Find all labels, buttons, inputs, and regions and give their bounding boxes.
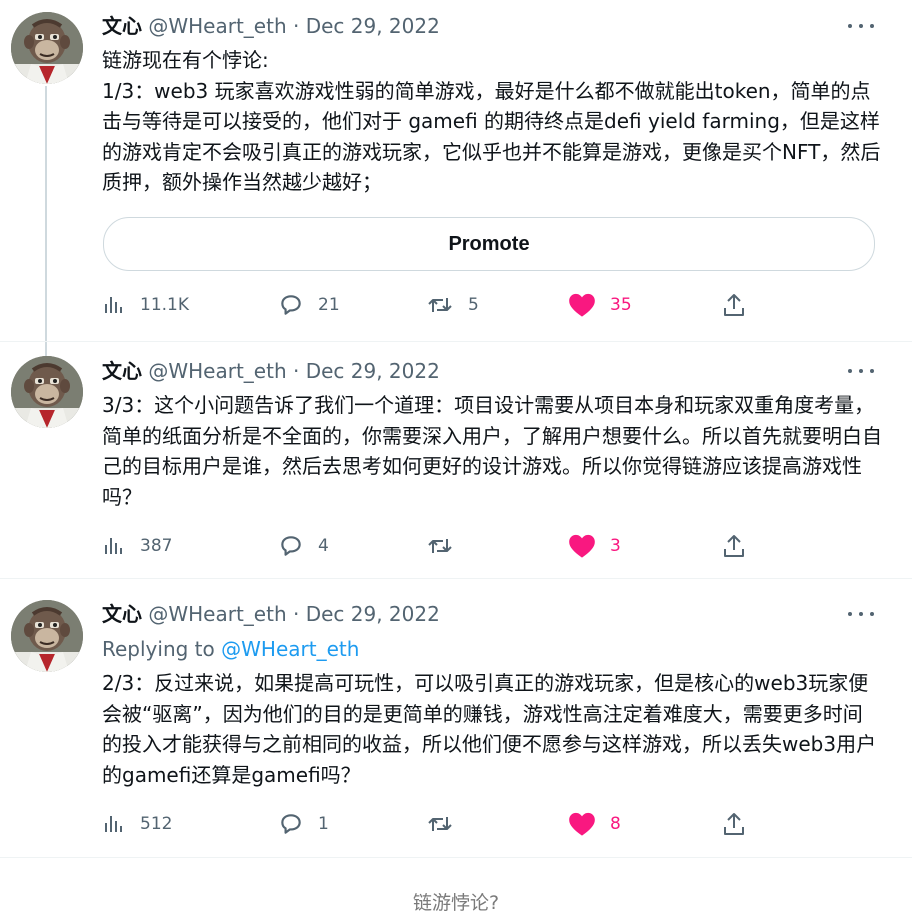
tweet-text: 链游现在有个悖论: 1/3：web3 玩家喜欢游戏性弱的简单游戏，最好是什么都不… <box>102 48 881 194</box>
heart-icon <box>569 293 595 317</box>
tweet-header: 文心 @WHeart_eth · Dec 29, 2022 <box>102 12 440 40</box>
speech-bubble-icon <box>281 295 301 315</box>
tweet-date[interactable]: Dec 29, 2022 <box>306 602 440 626</box>
separator-dot: · <box>292 14 300 38</box>
retweet-action[interactable] <box>426 809 454 839</box>
tweet-text: 3/3：这个小问题告诉了我们一个道理：项目设计需要从项目本身和玩家双重角度考量，… <box>102 393 882 509</box>
tweet-actions: 11.1K 21 5 35 <box>102 290 802 320</box>
separator-dot: · <box>292 602 300 626</box>
tweet-header: 文心 @WHeart_eth · Dec 29, 2022 <box>102 357 440 385</box>
reply-count: 1 <box>318 814 329 834</box>
retweet-count: 5 <box>468 295 479 315</box>
author-handle[interactable]: @WHeart_eth <box>148 602 286 626</box>
speech-bubble-icon <box>281 814 301 834</box>
share-upload-icon <box>724 535 744 557</box>
views-count: 387 <box>140 536 173 556</box>
reply-action[interactable]: 21 <box>278 290 340 320</box>
share-action[interactable] <box>722 290 746 320</box>
views-action[interactable]: 11.1K <box>102 290 189 320</box>
share-upload-icon <box>724 813 744 835</box>
retweet-arrows-icon <box>428 539 452 553</box>
reply-action[interactable]: 1 <box>278 809 329 839</box>
more-dots-icon[interactable] <box>848 361 874 381</box>
bar-chart-icon <box>105 816 122 832</box>
separator-dot: · <box>292 359 300 383</box>
avatar[interactable] <box>11 600 83 672</box>
share-upload-icon <box>724 294 744 316</box>
bar-chart-icon <box>105 538 122 554</box>
author-name[interactable]: 文心 <box>102 602 142 626</box>
views-count: 512 <box>140 814 173 834</box>
tweet-3[interactable]: 文心 @WHeart_eth · Dec 29, 2022 Replying t… <box>0 578 912 858</box>
ape-avatar-image <box>11 600 83 672</box>
like-action[interactable]: 8 <box>568 809 621 839</box>
heart-icon <box>569 534 595 558</box>
views-action[interactable]: 512 <box>102 809 172 839</box>
ape-avatar-image <box>11 356 83 428</box>
retweet-action[interactable] <box>426 531 454 561</box>
author-name[interactable]: 文心 <box>102 359 142 383</box>
image-caption: 链游悖论? <box>412 892 500 914</box>
replying-to: Replying to @WHeart_eth <box>102 635 359 663</box>
more-dots-icon[interactable] <box>848 604 874 624</box>
share-action[interactable] <box>722 809 746 839</box>
author-handle[interactable]: @WHeart_eth <box>148 359 286 383</box>
author-handle[interactable]: @WHeart_eth <box>148 14 286 38</box>
tweet-date[interactable]: Dec 29, 2022 <box>306 359 440 383</box>
avatar[interactable] <box>11 356 83 428</box>
reply-count: 4 <box>318 536 329 556</box>
bar-chart-icon <box>105 297 122 313</box>
tweet-header: 文心 @WHeart_eth · Dec 29, 2022 <box>102 600 440 628</box>
retweet-arrows-icon <box>428 817 452 831</box>
reply-action[interactable]: 4 <box>278 531 329 561</box>
like-action[interactable]: 3 <box>568 531 621 561</box>
like-count: 8 <box>610 814 621 834</box>
thread-connector-line <box>45 86 47 356</box>
more-dots-icon[interactable] <box>848 16 874 36</box>
tweet-1[interactable]: 文心 @WHeart_eth · Dec 29, 2022 链游现在有个悖论: … <box>0 0 912 356</box>
views-action[interactable]: 387 <box>102 531 172 561</box>
tweet-text: 2/3：反过来说，如果提高可玩性，可以吸引真正的游戏玩家，但是核心的web3玩家… <box>102 671 877 787</box>
replying-to-label: Replying to <box>102 637 215 661</box>
heart-icon <box>569 812 595 836</box>
ape-avatar-image <box>11 12 83 84</box>
retweet-arrows-icon <box>428 298 452 312</box>
tweet-2[interactable]: 文心 @WHeart_eth · Dec 29, 2022 3/3：这个小问题告… <box>0 341 912 578</box>
avatar[interactable] <box>11 12 83 84</box>
tweet-date[interactable]: Dec 29, 2022 <box>306 14 440 38</box>
speech-bubble-icon <box>281 536 301 556</box>
replying-to-handle-link[interactable]: @WHeart_eth <box>221 637 359 661</box>
share-action[interactable] <box>722 531 746 561</box>
promote-button[interactable]: Promote <box>103 217 875 271</box>
reply-count: 21 <box>318 295 340 315</box>
like-count: 3 <box>610 536 621 556</box>
retweet-action[interactable]: 5 <box>426 290 479 320</box>
author-name[interactable]: 文心 <box>102 14 142 38</box>
views-count: 11.1K <box>140 295 189 315</box>
tweet-actions: 387 4 3 <box>102 531 802 561</box>
tweet-actions: 512 1 8 <box>102 809 802 839</box>
like-count: 35 <box>610 295 632 315</box>
like-action[interactable]: 35 <box>568 290 632 320</box>
